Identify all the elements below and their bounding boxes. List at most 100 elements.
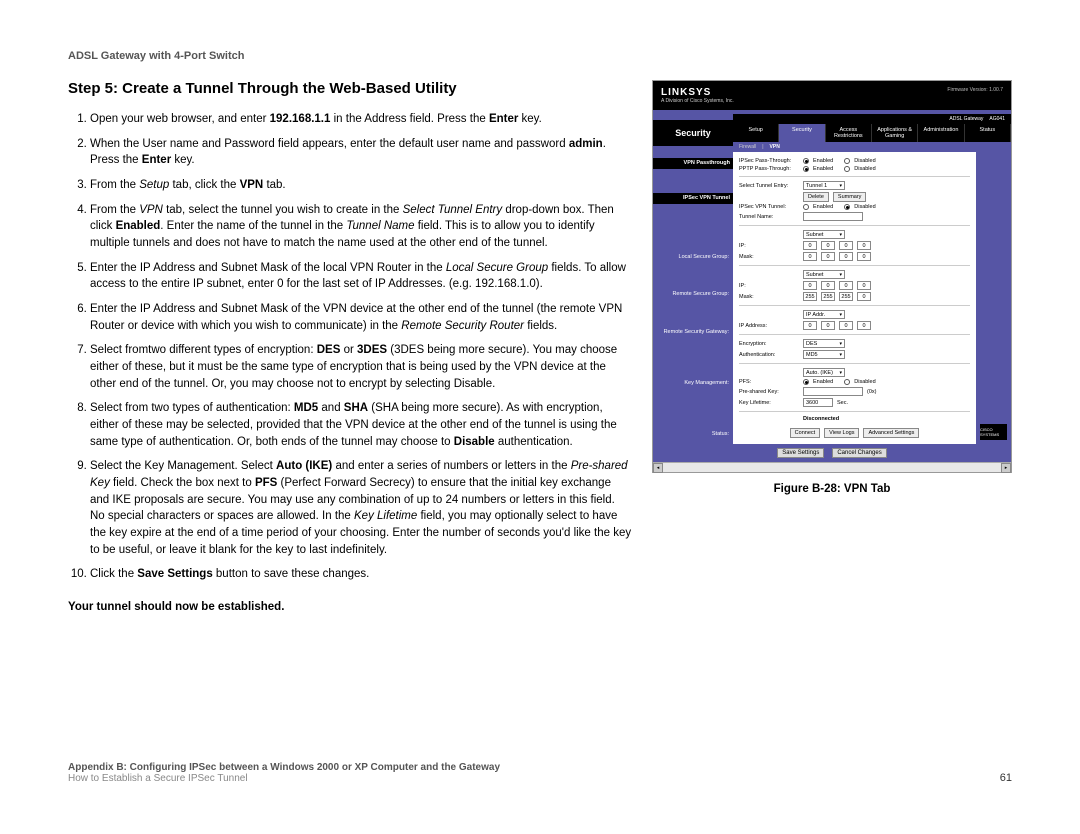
psk-label: Pre-shared Key: bbox=[739, 389, 799, 395]
tab-apps[interactable]: Applications & Gaming bbox=[872, 124, 918, 142]
delete-button[interactable]: Delete bbox=[803, 192, 829, 202]
local-type-select[interactable]: Subnet bbox=[803, 230, 845, 239]
firmware-version: Firmware Version: 1.00.7 bbox=[947, 87, 1003, 93]
pfs-enabled-radio[interactable] bbox=[803, 379, 809, 385]
main-text-column: Step 5: Create a Tunnel Through the Web-… bbox=[68, 80, 632, 613]
local-mask-1[interactable]: 0 bbox=[803, 252, 817, 261]
ipsec-pt-disabled-radio[interactable] bbox=[844, 158, 850, 164]
remote-mask-1[interactable]: 255 bbox=[803, 292, 817, 301]
tunnel-disabled-radio[interactable] bbox=[844, 204, 850, 210]
encryption-label: Encryption: bbox=[739, 341, 799, 347]
remote-ip-3[interactable]: 0 bbox=[839, 281, 853, 290]
gw-ip-3[interactable]: 0 bbox=[839, 321, 853, 330]
step-9: Select the Key Management. Select Auto (… bbox=[90, 458, 632, 558]
remote-ip-2[interactable]: 0 bbox=[821, 281, 835, 290]
remote-mask-label: Mask: bbox=[739, 294, 799, 300]
product-header: ADSL Gateway with 4-Port Switch bbox=[68, 50, 1012, 62]
brand-logo: LINKSYS bbox=[661, 87, 734, 98]
cancel-changes-button[interactable]: Cancel Changes bbox=[832, 448, 886, 458]
side-local: Local Secure Group: bbox=[657, 254, 729, 261]
side-tunnel: IPSec VPN Tunnel bbox=[653, 193, 733, 204]
remote-type-select[interactable]: Subnet bbox=[803, 270, 845, 279]
local-ip-2[interactable]: 0 bbox=[821, 241, 835, 250]
step-list: Open your web browser, and enter 192.168… bbox=[68, 111, 632, 583]
select-tunnel-dropdown[interactable]: Tunnel 1 bbox=[803, 181, 845, 190]
local-ip-label: IP: bbox=[739, 243, 799, 249]
subtab-vpn[interactable]: VPN bbox=[770, 144, 780, 150]
tab-setup[interactable]: Setup bbox=[733, 124, 779, 142]
ipsec-vpn-label: IPSec VPN Tunnel: bbox=[739, 204, 799, 210]
conclusion-text: Your tunnel should now be established. bbox=[68, 601, 632, 613]
keylife-input[interactable]: 3600 bbox=[803, 398, 833, 407]
local-ip-1[interactable]: 0 bbox=[803, 241, 817, 250]
gw-ip-2[interactable]: 0 bbox=[821, 321, 835, 330]
model-number: AG041 bbox=[989, 116, 1005, 122]
local-mask-3[interactable]: 0 bbox=[839, 252, 853, 261]
tab-status[interactable]: Status bbox=[965, 124, 1011, 142]
step-title: Step 5: Create a Tunnel Through the Web-… bbox=[68, 80, 632, 97]
ipsec-pt-label: IPSec Pass-Through: bbox=[739, 158, 799, 164]
footer-appendix: Appendix B: Configuring IPSec between a … bbox=[68, 762, 500, 773]
local-mask-2[interactable]: 0 bbox=[821, 252, 835, 261]
model-label: ADSL Gateway bbox=[949, 116, 983, 122]
tab-security[interactable]: Security bbox=[779, 124, 825, 142]
encryption-select[interactable]: DES bbox=[803, 339, 845, 348]
footer-subtitle: How to Establish a Secure IPSec Tunnel bbox=[68, 773, 500, 784]
tunnel-name-label: Tunnel Name: bbox=[739, 214, 799, 220]
local-ip-4[interactable]: 0 bbox=[857, 241, 871, 250]
side-keymgmt: Key Management: bbox=[657, 380, 729, 387]
figure-column: LINKSYS A Division of Cisco Systems, Inc… bbox=[652, 80, 1012, 613]
pptp-pt-disabled-radio[interactable] bbox=[844, 166, 850, 172]
local-ip-3[interactable]: 0 bbox=[839, 241, 853, 250]
step-8: Select from two types of authentication:… bbox=[90, 400, 632, 450]
remote-mask-2[interactable]: 255 bbox=[821, 292, 835, 301]
gateway-ip-label: IP Address: bbox=[739, 323, 799, 329]
subtab-firewall[interactable]: Firewall bbox=[739, 144, 756, 150]
status-value: Disconnected bbox=[803, 416, 839, 422]
section-label: Security bbox=[653, 120, 733, 146]
select-tunnel-label: Select Tunnel Entry: bbox=[739, 183, 799, 189]
auth-select[interactable]: MD5 bbox=[803, 350, 845, 359]
remote-ip-4[interactable]: 0 bbox=[857, 281, 871, 290]
gw-ip-1[interactable]: 0 bbox=[803, 321, 817, 330]
scroll-right-icon[interactable]: ▸ bbox=[1001, 463, 1011, 473]
step-3: From the Setup tab, click the VPN tab. bbox=[90, 177, 632, 194]
local-mask-4[interactable]: 0 bbox=[857, 252, 871, 261]
ipsec-pt-enabled-radio[interactable] bbox=[803, 158, 809, 164]
scroll-left-icon[interactable]: ◂ bbox=[653, 463, 663, 473]
viewlogs-button[interactable]: View Logs bbox=[824, 428, 859, 438]
psk-input[interactable] bbox=[803, 387, 863, 396]
advanced-button[interactable]: Advanced Settings bbox=[863, 428, 919, 438]
remote-ip-label: IP: bbox=[739, 283, 799, 289]
page-number: 61 bbox=[1000, 772, 1012, 784]
step-1: Open your web browser, and enter 192.168… bbox=[90, 111, 632, 128]
connect-button[interactable]: Connect bbox=[790, 428, 821, 438]
gw-ip-4[interactable]: 0 bbox=[857, 321, 871, 330]
step-5: Enter the IP Address and Subnet Mask of … bbox=[90, 260, 632, 293]
horizontal-scrollbar[interactable]: ◂ ▸ bbox=[653, 462, 1011, 472]
auth-label: Authentication: bbox=[739, 352, 799, 358]
tab-access[interactable]: Access Restrictions bbox=[826, 124, 872, 142]
side-status: Status: bbox=[657, 431, 729, 438]
gateway-type-select[interactable]: IP Addr. bbox=[803, 310, 845, 319]
pfs-disabled-radio[interactable] bbox=[844, 379, 850, 385]
save-settings-button[interactable]: Save Settings bbox=[777, 448, 824, 458]
cisco-logo: CISCO SYSTEMS bbox=[980, 424, 1007, 440]
pfs-label: PFS: bbox=[739, 379, 799, 385]
tab-admin[interactable]: Administration bbox=[918, 124, 964, 142]
keylife-label: Key Lifetime: bbox=[739, 400, 799, 406]
remote-ip-1[interactable]: 0 bbox=[803, 281, 817, 290]
side-passthru: VPN Passthrough bbox=[653, 158, 733, 169]
keymgmt-select[interactable]: Auto. (IKE) bbox=[803, 368, 845, 377]
tunnel-name-input[interactable] bbox=[803, 212, 863, 221]
tunnel-enabled-radio[interactable] bbox=[803, 204, 809, 210]
local-mask-label: Mask: bbox=[739, 254, 799, 260]
remote-mask-3[interactable]: 255 bbox=[839, 292, 853, 301]
step-4: From the VPN tab, select the tunnel you … bbox=[90, 202, 632, 252]
pptp-pt-enabled-radio[interactable] bbox=[803, 166, 809, 172]
brand-subtitle: A Division of Cisco Systems, Inc. bbox=[661, 98, 734, 104]
remote-mask-4[interactable]: 0 bbox=[857, 292, 871, 301]
side-gateway: Remote Security Gateway: bbox=[657, 329, 729, 336]
summary-button[interactable]: Summary bbox=[833, 192, 867, 202]
pptp-pt-label: PPTP Pass-Through: bbox=[739, 166, 799, 172]
